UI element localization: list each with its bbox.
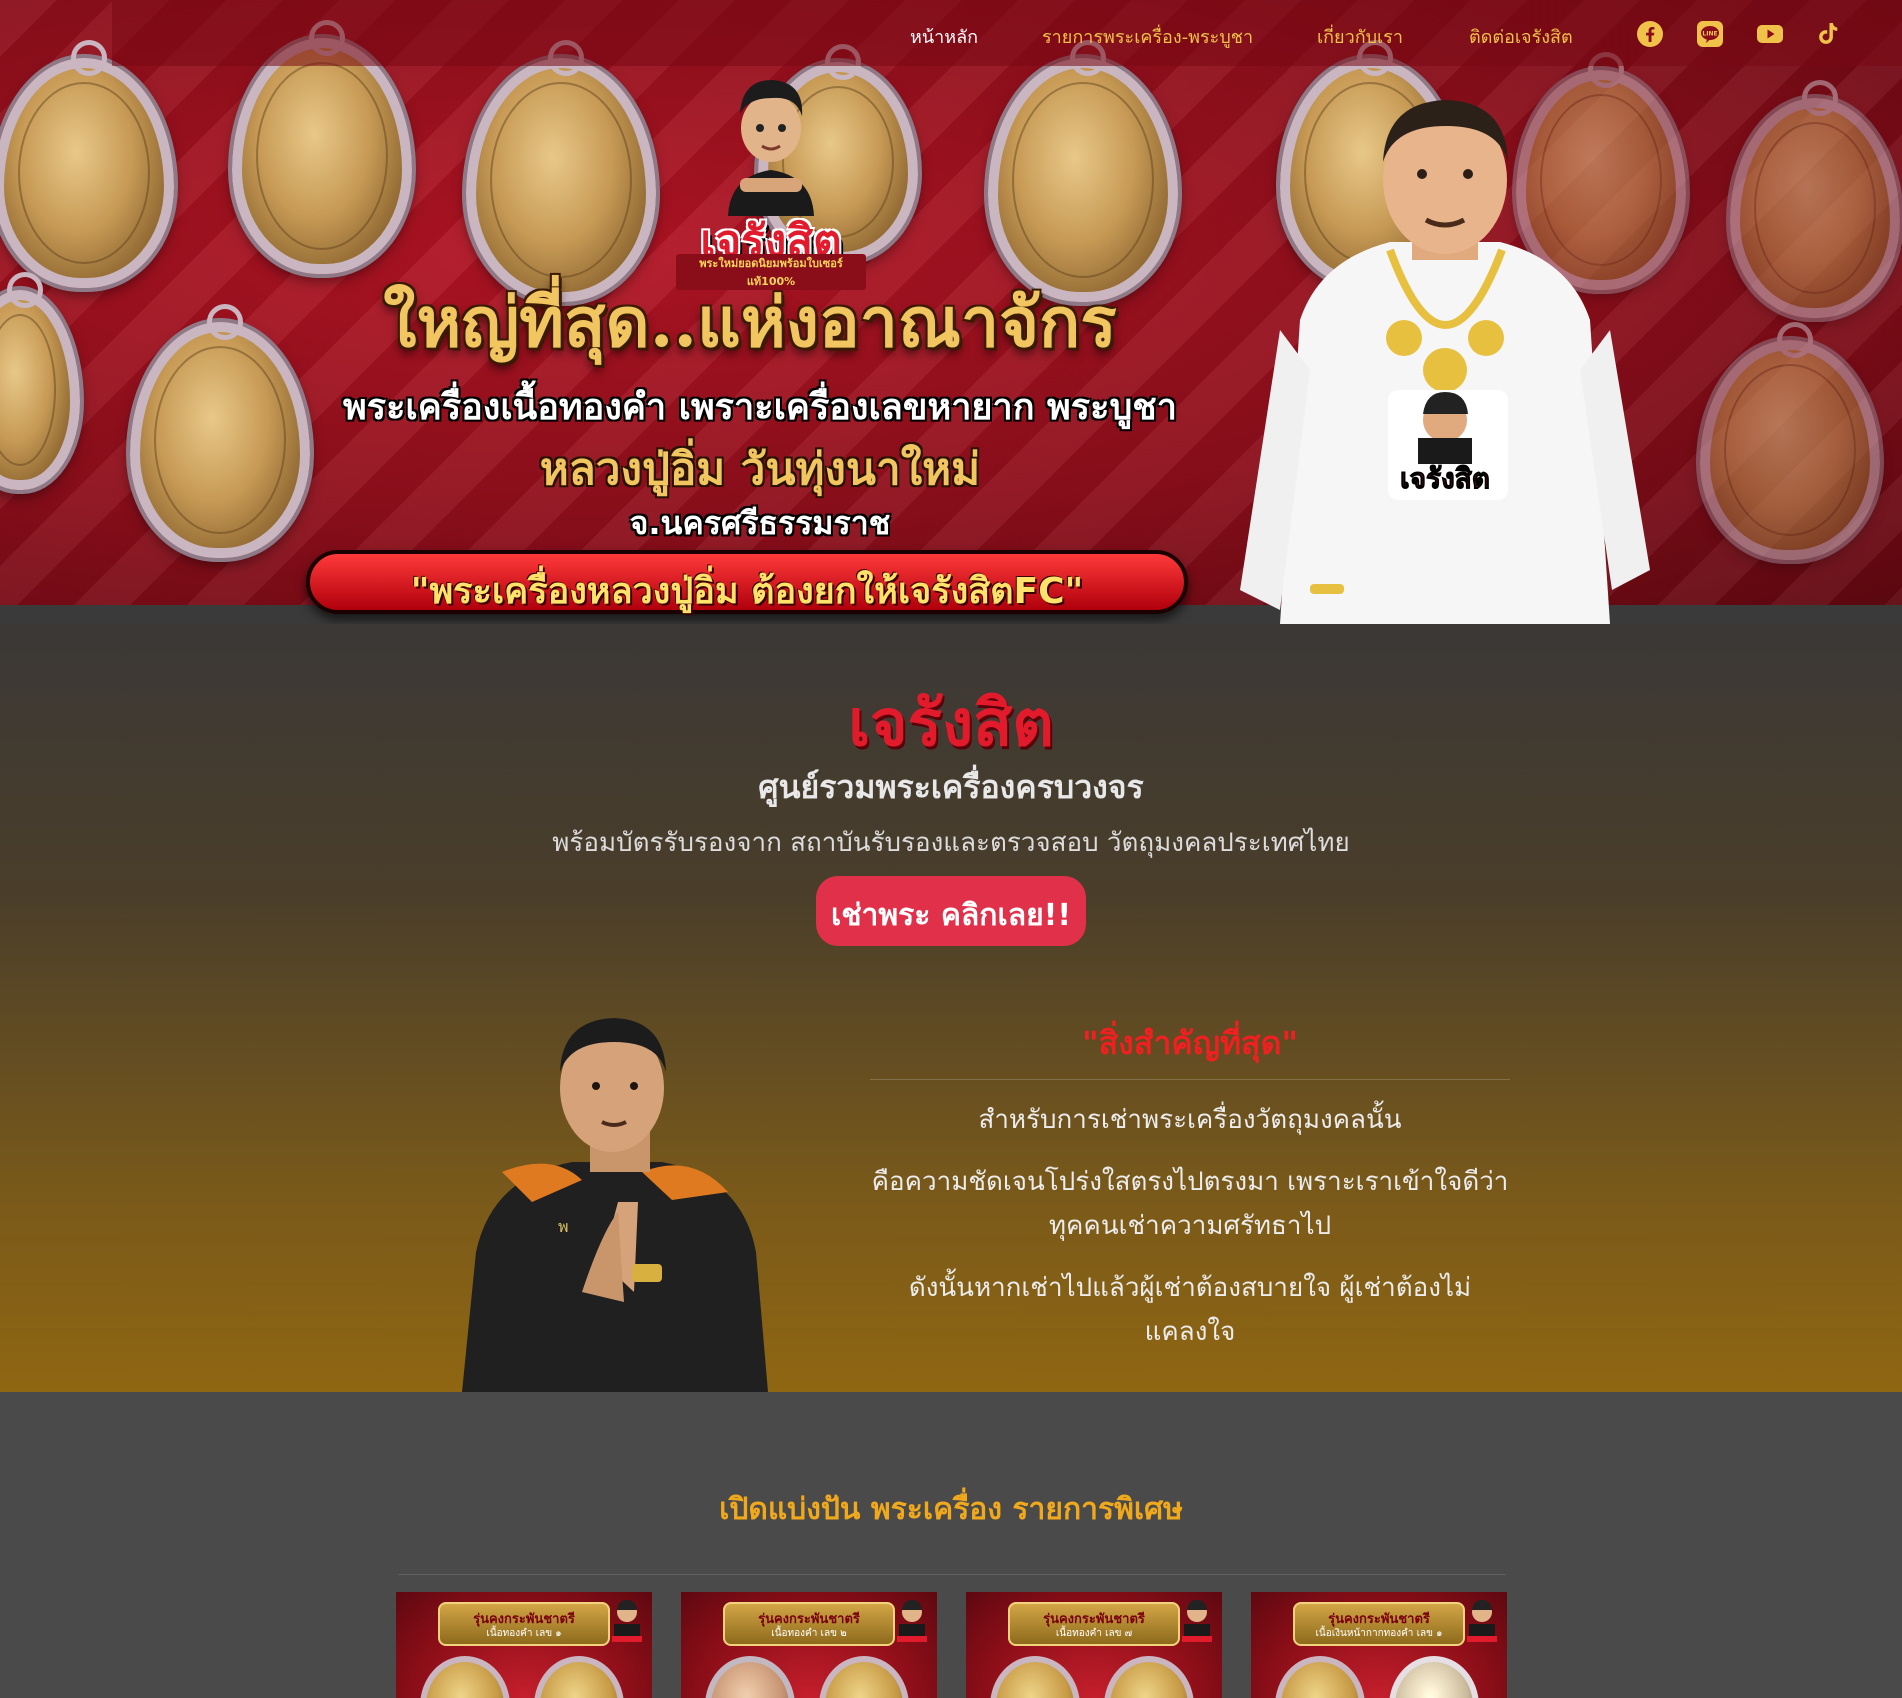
card-title-band: รุ่นคงกระพันชาตรี เนื้อทองคำ เลข ๗	[1008, 1602, 1180, 1646]
important-paragraph: คือความชัดเจนโปร่งใสตรงไปตรงมา เพราะเราเ…	[871, 1167, 1509, 1241]
owner-avatar-icon	[897, 1600, 927, 1642]
card-subtitle: เนื้อทองคำ เลข ๗	[1055, 1628, 1133, 1639]
facebook-icon[interactable]	[1636, 20, 1664, 48]
owner-avatar-icon	[1182, 1600, 1212, 1642]
line-icon[interactable]: LINE	[1696, 20, 1724, 48]
amulet-card[interactable]: รุ่นคงกระพันชาตรี เนื้อทองคำ เลข ๗	[966, 1592, 1222, 1698]
divider	[870, 1079, 1510, 1080]
owner-avatar-icon	[1467, 1600, 1497, 1642]
hero-subtitle: พระเครื่องเนื้อทองคำ เพราะเครื่องเลขหายา…	[343, 387, 1177, 428]
amulet-medal-image	[1275, 1656, 1365, 1698]
youtube-icon[interactable]	[1756, 20, 1784, 48]
intro-subtitle: ศูนย์รวมพระเครื่องครบวงจร	[758, 768, 1144, 806]
owner-avatar-icon	[612, 1600, 642, 1642]
owner-praying-photo: พ	[462, 1018, 768, 1392]
card-subtitle: เนื้อทองคำ เลข ๑	[486, 1628, 562, 1639]
intro-section: เจรังสิต ศูนย์รวมพระเครื่องครบวงจร พร้อม…	[0, 624, 1902, 1392]
amulet-card[interactable]: รุ่นคงกระพันชาตรี เนื้อทองคำ เลข ๑	[396, 1592, 652, 1698]
brand-logo[interactable]: เจรังสิต พระใหม่ยอดนิยมพร้อมใบเซอร์ แท้1…	[668, 66, 874, 290]
intro-description: พร้อมบัตรรับรองจาก สถาบันรับรองและตรวจสอ…	[552, 828, 1350, 858]
owner-photo: เจรังสิต	[1240, 100, 1650, 624]
nav-item-about[interactable]: เกี่ยวกับเรา	[1317, 22, 1403, 51]
card-title-band: รุ่นคงกระพันชาตรี เนื้อทองคำ เลข ๑	[438, 1602, 610, 1646]
amulet-card[interactable]: รุ่นคงกระพันชาตรี เนื้อทองคำ เลข ๒	[681, 1592, 937, 1698]
card-subtitle: เนื้อเงินหน้ากากทองคำ เลข ๑	[1315, 1628, 1443, 1639]
nav-item-contact[interactable]: ติดต่อเจรังสิต	[1469, 22, 1573, 51]
amulet-medal-image	[990, 1656, 1080, 1698]
hero-monk-name: หลวงปู่อิ่ม วันทุ่งนาใหม่	[539, 444, 981, 495]
important-paragraph: ดังนั้นหากเช่าไปแล้วผู้เช่าต้องสบายใจ ผู…	[908, 1273, 1472, 1347]
amulet-medal-image	[534, 1656, 624, 1698]
amulet-medal-image	[420, 1656, 510, 1698]
card-title-band: รุ่นคงกระพันชาตรี เนื้อทองคำ เลข ๒	[723, 1602, 895, 1646]
amulet-medal-image	[819, 1656, 909, 1698]
rent-amulet-button-label: เช่าพระ คลิกเลย!!	[830, 898, 1072, 933]
top-nav: หน้าหลัก รายการพระเครื่อง-พระบูชา เกี่ยว…	[112, 0, 1902, 66]
special-list-title: เปิดแบ่งปัน พระเครื่อง รายการพิเศษ	[719, 1492, 1183, 1527]
divider	[398, 1574, 1506, 1575]
amulet-medal-image	[705, 1656, 795, 1698]
important-heading: "สิ่งสำคัญที่สุด"	[1081, 1024, 1299, 1062]
special-list-section: เปิดแบ่งปัน พระเครื่อง รายการพิเศษ รุ่นค…	[0, 1392, 1902, 1698]
nav-item-amulet-list[interactable]: รายการพระเครื่อง-พระบูชา	[1042, 22, 1253, 51]
brand-heading: เจรังสิต	[848, 686, 1054, 761]
hero-banner: หน้าหลัก รายการพระเครื่อง-พระบูชา เกี่ยว…	[0, 0, 1902, 624]
amulet-medal-image	[1389, 1656, 1479, 1698]
important-paragraph: สำหรับการเช่าพระเครื่องวัตถุมงคลนั้น	[978, 1105, 1402, 1135]
nav-item-home[interactable]: หน้าหลัก	[910, 22, 978, 51]
card-subtitle: เนื้อทองคำ เลข ๒	[771, 1628, 847, 1639]
tiktok-icon[interactable]	[1814, 20, 1842, 48]
rent-amulet-button[interactable]: เช่าพระ คลิกเลย!!	[816, 876, 1086, 946]
svg-text:พ: พ	[558, 1217, 569, 1236]
svg-text:LINE: LINE	[1702, 31, 1717, 38]
hero-province: จ.นครศรีธรรมราช	[629, 504, 891, 542]
hero-slogan-banner: "พระเครื่องหลวงปู่อิ่ม ต้องยกให้เจรังสิต…	[306, 550, 1188, 614]
amulet-card[interactable]: รุ่นคงกระพันชาตรี เนื้อเงินหน้ากากทองคำ …	[1251, 1592, 1507, 1698]
cartoon-mascot-icon	[728, 80, 814, 216]
hero-slogan-text: "พระเครื่องหลวงปู่อิ่ม ต้องยกให้เจรังสิต…	[410, 571, 1084, 612]
amulet-medal-image	[1104, 1656, 1194, 1698]
hero-title: ใหญ่ที่สุด..แห่งอาณาจักร	[383, 283, 1117, 363]
shirt-logo-text: เจรังสิต	[1400, 462, 1490, 495]
card-title-band: รุ่นคงกระพันชาตรี เนื้อเงินหน้ากากทองคำ …	[1293, 1602, 1465, 1646]
